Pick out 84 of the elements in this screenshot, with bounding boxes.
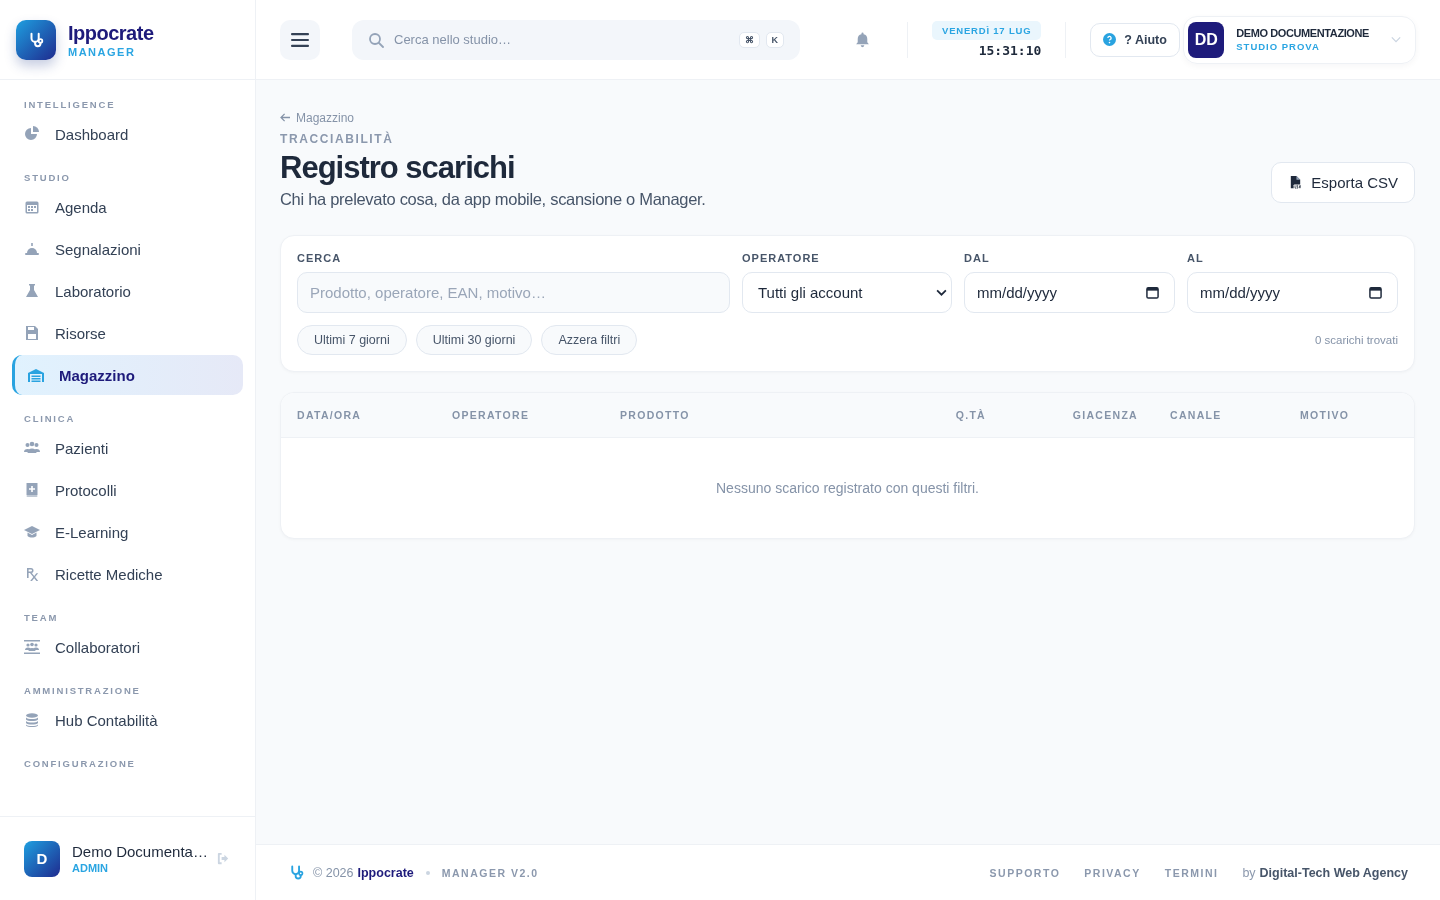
calendar-icon <box>1146 286 1159 299</box>
section-label: CONFIGURAZIONE <box>23 758 137 769</box>
medical-book-icon <box>24 482 40 498</box>
export-button[interactable]: Esporta CSV <box>1271 162 1415 203</box>
field-label: DAL <box>964 252 991 264</box>
page-subtitle: Chi ha prelevato cosa, da app mobile, scansione o Manager. <box>280 190 706 209</box>
sidebar-item[interactable]: Collaboratori <box>12 627 243 667</box>
logout-button[interactable] <box>216 851 231 866</box>
warehouse-icon <box>28 367 44 383</box>
users-icon <box>24 440 40 456</box>
graduation-cap-icon <box>24 524 40 540</box>
copyright-text: © 2026 <box>313 865 354 880</box>
filter-chip[interactable]: Ultimi 30 giorni <box>415 325 533 355</box>
sidebar-item[interactable]: Magazzino <box>12 355 243 395</box>
column-header: MOTIVO <box>1300 409 1351 421</box>
column-header: OPERATORE <box>452 409 531 421</box>
user-name: Demo Documenta… <box>72 843 204 860</box>
sidebar-item[interactable]: Pazienti <box>12 428 243 468</box>
stethoscope-icon <box>288 864 305 881</box>
section-label: AMMINISTRAZIONE <box>23 685 142 696</box>
page-eyebrow: TRACCIABILITÀ <box>280 132 395 146</box>
help-button[interactable]: ? Aiuto <box>1090 22 1180 57</box>
sidebar-item[interactable]: Ricette Mediche <box>12 554 243 594</box>
sidebar-item[interactable]: Risorse <box>12 313 243 353</box>
column-header: Q.TÀ <box>954 409 986 421</box>
field-label: AL <box>1187 252 1205 264</box>
column-header: DATA/ORA <box>297 409 363 421</box>
sidebar-item[interactable]: Agenda <box>12 187 243 227</box>
column-header: CANALE <box>1170 409 1223 421</box>
sidebar-item[interactable]: Segnalazioni <box>12 229 243 269</box>
credit-link[interactable]: Digital-Tech Web Agency <box>1259 865 1408 880</box>
team-board-icon <box>24 639 40 655</box>
logout-icon <box>216 851 231 866</box>
account-avatar: DD <box>1188 21 1225 58</box>
menu-icon <box>291 32 309 47</box>
user-role: ADMIN <box>72 862 110 874</box>
version-label: MANAGER V2.0 <box>441 866 539 879</box>
date-input[interactable]: mm/dd/yyyy <box>1187 272 1398 313</box>
help-icon <box>1103 33 1117 46</box>
notifications-button[interactable] <box>854 31 871 48</box>
sidebar-item[interactable]: Dashboard <box>12 114 243 154</box>
results-count: 0 scarichi trovati <box>1314 334 1398 346</box>
column-header: PRODOTTO <box>620 409 691 421</box>
chevron-down-icon <box>936 289 947 296</box>
filter-chip[interactable]: Azzera filtri <box>541 325 638 355</box>
credit-prefix: by <box>1242 865 1256 880</box>
sidebar-item[interactable]: Hub Contabilità <box>12 700 243 740</box>
sidebar-item[interactable]: Protocolli <box>12 470 243 510</box>
field-label: CERCA <box>297 252 343 264</box>
user-avatar: D <box>24 840 60 877</box>
account-switcher[interactable]: DD DEMO DOCUMENTAZIONE STUDIO PROVA <box>1183 15 1416 64</box>
date-input[interactable]: mm/dd/yyyy <box>964 272 1175 313</box>
section-label: TEAM <box>23 612 60 623</box>
studio-name: STUDIO PROVA <box>1236 41 1321 52</box>
sidebar-item[interactable]: E-Learning <box>12 512 243 552</box>
section-label: CLINICA <box>23 413 77 424</box>
calendar-icon <box>1369 286 1382 299</box>
prescription-icon <box>24 566 40 582</box>
arrow-left-icon <box>280 113 291 122</box>
clock-time: 15:31:10 <box>978 43 1042 58</box>
account-name: DEMO DOCUMENTAZIONE <box>1236 27 1369 39</box>
calendar-icon <box>24 199 40 215</box>
bell-icon <box>854 31 871 48</box>
field-label: OPERATORE <box>742 252 821 264</box>
page-title: Registro scarichi <box>280 150 516 186</box>
filter-chip[interactable]: Ultimi 7 giorni <box>297 325 407 355</box>
date-badge: VENERDÌ 17 LUG <box>932 21 1042 40</box>
menu-button[interactable] <box>280 19 320 60</box>
search-icon <box>368 31 384 48</box>
chevron-down-icon <box>1391 36 1401 43</box>
coins-icon <box>24 712 40 728</box>
section-label: STUDIO <box>23 172 72 183</box>
pie-chart-icon <box>24 126 40 142</box>
footer-brand: Ippocrate <box>357 865 414 880</box>
brand-name: Ippocrate <box>68 21 154 44</box>
csv-file-icon <box>1288 175 1304 190</box>
brand-subtitle: MANAGER <box>68 45 137 58</box>
operator-select[interactable]: Tutti gli account <box>742 272 952 313</box>
flask-icon <box>24 283 40 299</box>
sidebar-item[interactable]: Laboratorio <box>12 271 243 311</box>
empty-message: Nessuno scarico registrato con questi filtri. <box>716 480 979 496</box>
column-header: GIACENZA <box>1071 409 1139 421</box>
section-label: INTELLIGENCE <box>23 99 117 110</box>
search-input[interactable]: Prodotto, operatore, EAN, motivo… <box>297 272 730 313</box>
